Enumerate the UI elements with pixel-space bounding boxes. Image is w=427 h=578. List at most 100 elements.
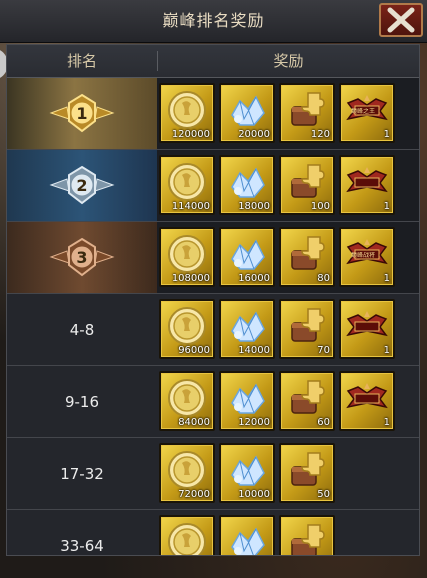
reward-item[interactable] [219,515,275,555]
reward-item[interactable] [279,515,335,555]
reward-quantity: 10000 [238,489,270,500]
reward-item[interactable]: 114000 [159,155,215,215]
badge-title-text: 巅峰战将 [350,252,375,259]
gold-coin-icon [168,451,206,489]
puzzle-chest-icon [291,92,325,126]
rank-1-medal-icon: 1 [49,93,115,132]
reward-quantity: 1 [383,417,390,428]
title-badge-icon [346,311,388,337]
reward-quantity: 12000 [238,417,270,428]
reward-item[interactable]: 巅峰战将 1 [339,227,395,287]
gold-coin-icon [168,235,206,273]
rank-label: 4-8 [69,320,95,339]
badge-title-text: 巅峰之王 [350,108,375,115]
table-row: 4-8 96000 14000 70 1 [7,294,419,366]
reward-quantity: 20000 [238,129,270,140]
reward-item[interactable]: 100 [279,155,335,215]
dialog-title: 巅峰排名奖励 [162,11,265,30]
diamond-icon [231,239,265,270]
rank-cell: 33-64 [7,510,157,555]
header-rank: 排名 [66,52,97,70]
diamond-icon [231,383,265,414]
close-button[interactable] [379,3,423,37]
reward-quantity: 120000 [171,129,210,140]
table-row: 1 120000 20000 120 巅峰之王 1 [7,78,419,150]
reward-item[interactable]: 50 [279,443,335,503]
reward-item[interactable]: 16000 [219,227,275,287]
reward-quantity: 84000 [178,417,210,428]
diamond-icon [231,311,265,342]
rank-cell: 17-32 [7,438,157,509]
rank-cell: 9-16 [7,366,157,437]
puzzle-chest-icon [291,452,325,486]
reward-quantity: 72000 [178,489,210,500]
rank-cell: 3 [7,222,157,293]
diamond-icon [231,527,265,555]
reward-quantity: 100 [310,201,330,212]
rank-label: 33-64 [60,536,104,555]
gold-coin-icon [168,163,206,201]
reward-item[interactable]: 20000 [219,83,275,143]
reward-quantity: 1 [383,201,390,212]
reward-item[interactable]: 10000 [219,443,275,503]
reward-item[interactable]: 12000 [219,371,275,431]
puzzle-chest-icon [291,380,325,414]
gold-coin-icon [168,91,206,129]
reward-item[interactable]: 14000 [219,299,275,359]
reward-item[interactable]: 120000 [159,83,215,143]
puzzle-chest-icon [291,308,325,342]
reward-quantity: 96000 [178,345,210,356]
close-icon [387,7,415,33]
rank-label: 9-16 [64,392,100,411]
medal-number: 2 [76,176,87,195]
rank-2-medal-icon: 2 [49,165,115,204]
reward-item[interactable]: 1 [339,299,395,359]
reward-quantity: 50 [317,489,330,500]
table-row: 3 108000 16000 80 巅峰战将 1 [7,222,419,294]
diamond-icon [231,167,265,198]
reward-quantity: 80 [317,273,330,284]
reward-item[interactable]: 108000 [159,227,215,287]
reward-quantity: 18000 [238,201,270,212]
puzzle-chest-icon [291,236,325,270]
table-header: 排名 奖励 [7,45,419,78]
reward-item[interactable]: 80 [279,227,335,287]
reward-quantity: 16000 [238,273,270,284]
medal-number: 3 [76,248,87,267]
rank-cell: 1 [7,78,157,149]
reward-quantity: 120 [310,129,330,140]
reward-item[interactable]: 巅峰之王 1 [339,83,395,143]
reward-item[interactable]: 72000 [159,443,215,503]
table-row: 9-16 84000 12000 60 1 [7,366,419,438]
title-badge-icon [346,383,388,409]
reward-item[interactable] [159,515,215,555]
reward-quantity: 1 [383,345,390,356]
puzzle-chest-icon [291,524,325,555]
diamond-icon [231,455,265,486]
table-row: 17-32 72000 10000 50 [7,438,419,510]
rank-label: 17-32 [60,464,104,483]
gold-coin-icon [168,307,206,345]
gold-coin-icon [168,379,206,417]
reward-item[interactable]: 60 [279,371,335,431]
title-bar: 巅峰排名奖励 [0,0,427,43]
reward-quantity: 70 [317,345,330,356]
reward-item[interactable]: 70 [279,299,335,359]
header-reward: 奖励 [273,52,304,70]
reward-item[interactable]: 84000 [159,371,215,431]
table-row: 33-64 [7,510,419,555]
reward-quantity: 1 [383,273,390,284]
reward-item[interactable]: 120 [279,83,335,143]
reward-table[interactable]: 排名 奖励 1 120000 20000 120 巅峰之王 1 2 114000 18000 10… [6,44,420,556]
reward-item[interactable]: 1 [339,371,395,431]
rank-3-medal-icon: 3 [49,237,115,276]
reward-quantity: 114000 [171,201,210,212]
diamond-icon [231,95,265,126]
reward-item[interactable]: 18000 [219,155,275,215]
reward-quantity: 14000 [238,345,270,356]
puzzle-chest-icon [291,164,325,198]
reward-item[interactable]: 1 [339,155,395,215]
title-badge-icon [346,167,388,193]
reward-quantity: 1 [383,129,390,140]
reward-item[interactable]: 96000 [159,299,215,359]
